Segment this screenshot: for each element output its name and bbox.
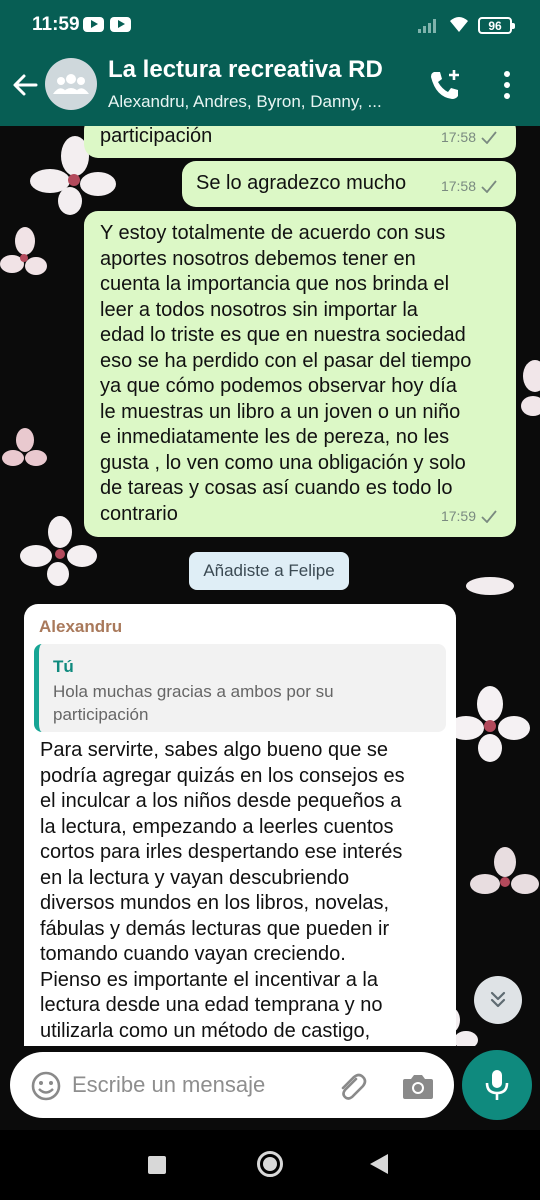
message-line: podría agregar quizás en los consejos es — [40, 764, 405, 787]
message-line: el inculcar a los niños desde pequeños a — [40, 790, 402, 812]
message-time: 17:59 — [440, 507, 476, 524]
quoted-line: participación — [53, 705, 149, 724]
message-line: de tareas y cosas así cuando es todo lo — [100, 477, 453, 499]
message-line: en la lectura y vayan descubriendo — [40, 866, 350, 889]
arrow-left-icon[interactable] — [10, 70, 40, 100]
camera-icon[interactable] — [402, 1072, 434, 1100]
message-bubble-outgoing[interactable]: participación 17:58 — [84, 126, 516, 158]
recents-icon[interactable] — [148, 1156, 166, 1174]
youtube-notification-icon — [83, 17, 104, 32]
message-input[interactable] — [72, 1066, 312, 1104]
wallpaper-flower — [466, 577, 514, 595]
chat-title[interactable]: La lectura recreativa RD — [108, 56, 383, 84]
message-time: 17:58 — [440, 128, 476, 145]
quoted-reply[interactable]: Tú Hola muchas gracias a ambos por su pa… — [34, 644, 446, 732]
message-text: Y estoy totalmente de acuerdo con sus ap… — [100, 221, 510, 527]
smiley-icon[interactable] — [30, 1070, 62, 1102]
check-icon — [481, 180, 497, 194]
youtube-notification-icon — [110, 17, 131, 32]
message-line: lectura desde una edad temprana y no — [40, 994, 383, 1016]
message-text: participación — [100, 126, 213, 147]
message-time: 17:58 — [440, 177, 476, 194]
message-bubble-outgoing[interactable]: Se lo agradezco mucho 17:58 — [182, 161, 516, 207]
check-icon — [481, 131, 497, 145]
message-bubble-incoming[interactable]: Alexandru Tú Hola muchas gracias a ambos… — [24, 604, 456, 1046]
message-line: leer a todos nosotros sin importar la — [100, 298, 418, 321]
chat-participants[interactable]: Alexandru, Andres, Byron, Danny, ... — [108, 92, 382, 112]
paperclip-icon[interactable] — [334, 1070, 368, 1104]
battery-icon: 96 — [478, 17, 515, 34]
message-line: edad lo triste es que en nuestra socieda… — [100, 324, 466, 346]
group-icon — [53, 74, 89, 94]
system-nav-bar — [0, 1130, 540, 1200]
message-line: fábulas y demás lecturas que pueden ir — [40, 917, 390, 940]
message-meta: 17:58 — [441, 126, 498, 150]
back-triangle-icon[interactable] — [370, 1154, 388, 1174]
message-meta: 17:58 — [441, 174, 498, 200]
scroll-to-bottom-button[interactable] — [474, 976, 522, 1024]
message-text: Se lo agradezco mucho — [196, 172, 407, 194]
message-input-container[interactable] — [10, 1052, 454, 1118]
message-line: cuenta la importancia que nos brinda el — [100, 273, 450, 295]
wallpaper-flower — [0, 227, 47, 275]
message-line: e inmediatamente les de pereza, no les — [100, 426, 450, 448]
message-line: eso se ha perdido con el pasar del tiemp… — [100, 349, 472, 372]
message-meta: 17:59 — [441, 504, 498, 530]
message-bubble-outgoing[interactable]: Y estoy totalmente de acuerdo con sus ap… — [84, 211, 516, 537]
message-text: Para servirte, sabes algo bueno que se p… — [40, 738, 452, 1044]
chat-header: La lectura recreativa RD Alexandru, Andr… — [0, 50, 540, 126]
system-message: Añadiste a Felipe — [189, 552, 349, 590]
chat-area[interactable]: participación 17:58 Se lo agradezco much… — [0, 126, 540, 1046]
message-line: ya que cómo podemos observar hoy día — [100, 375, 457, 397]
message-line: utilizarla como un método de castigo, — [40, 1019, 371, 1042]
wifi-icon — [450, 17, 468, 32]
microphone-icon — [485, 1070, 509, 1100]
wallpaper-flower — [521, 360, 540, 416]
double-chevron-down-icon — [490, 991, 506, 1008]
more-vert-icon[interactable] — [495, 68, 519, 102]
message-line: gusta , lo ven como una obligación y sol… — [100, 451, 466, 474]
status-bar: 11:59 96 — [0, 0, 540, 50]
quoted-author: Tú — [53, 657, 74, 676]
add-call-icon[interactable] — [428, 68, 462, 102]
sender-name[interactable]: Alexandru — [39, 614, 122, 640]
home-icon[interactable] — [257, 1151, 283, 1177]
voice-record-button[interactable] — [462, 1050, 532, 1120]
message-line: cortos para irles despertando ese interé… — [40, 841, 403, 863]
message-line: le muestras un libro a un joven o un niñ… — [100, 400, 461, 423]
group-avatar[interactable] — [45, 58, 97, 110]
signal-icon — [418, 19, 436, 33]
status-time: 11:59 — [32, 14, 80, 35]
message-line: aportes nosotros debemos tener en — [100, 247, 416, 270]
message-line: diversos mundos en los libros, novelas, — [40, 892, 390, 914]
message-line: la lectura, empezando a leerles cuentos — [40, 815, 394, 838]
composer-bar — [0, 1046, 540, 1130]
message-line: Pienso es importante el incentivar a la — [40, 968, 378, 991]
wallpaper-flower — [450, 686, 530, 762]
message-line: tomando cuando vayan creciendo. — [40, 943, 346, 965]
quoted-text: Hola muchas gracias a ambos por su parti… — [53, 680, 433, 726]
wallpaper-flower — [470, 847, 539, 894]
quoted-line: Hola muchas gracias a ambos por su — [53, 682, 334, 701]
check-icon — [481, 510, 497, 524]
wallpaper-flower — [2, 428, 47, 466]
message-line: Y estoy totalmente de acuerdo con sus — [100, 222, 446, 244]
message-line: Para servirte, sabes algo bueno que se — [40, 739, 388, 761]
